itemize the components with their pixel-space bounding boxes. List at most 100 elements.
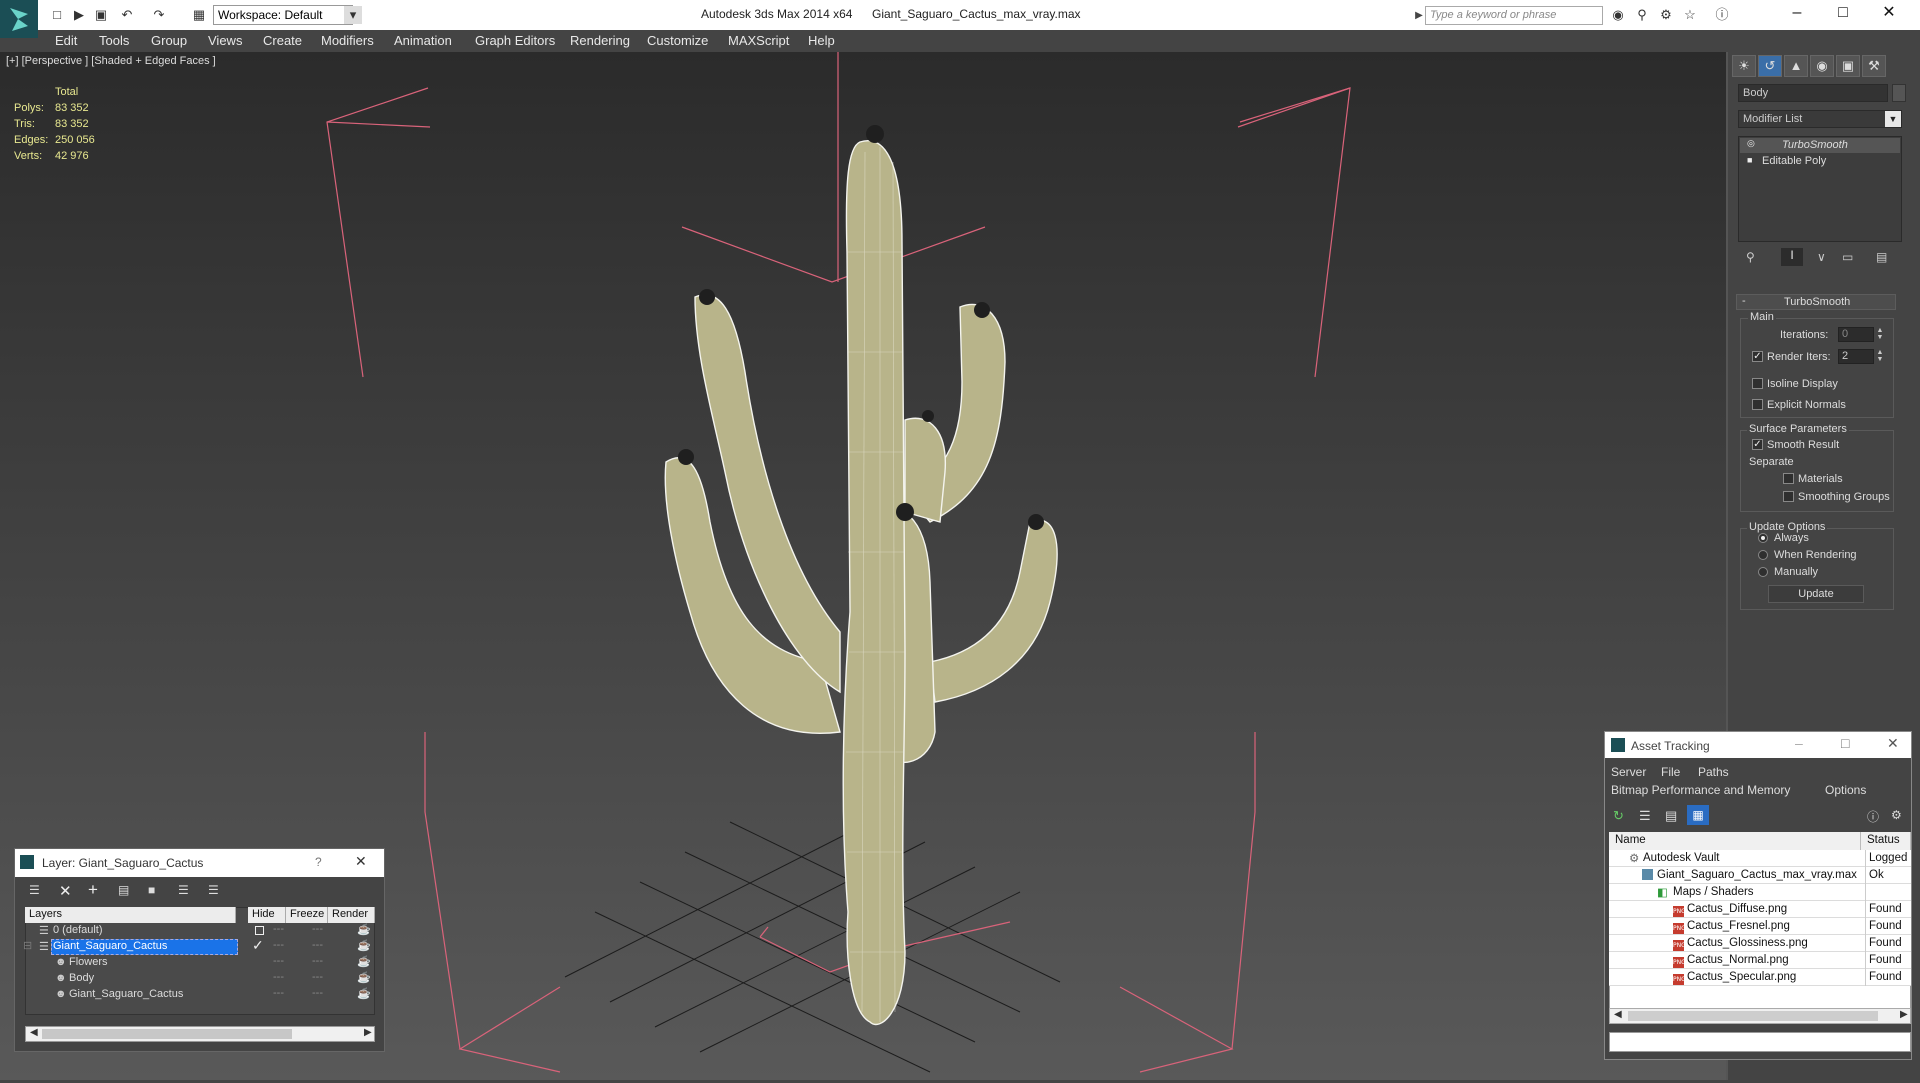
materials-checkbox[interactable] — [1783, 473, 1794, 484]
layers-column-header[interactable]: Layers — [25, 907, 236, 923]
status-column-header[interactable]: Status — [1861, 832, 1911, 850]
stack-item-editable-poly-label[interactable]: Editable Poly — [1762, 155, 1826, 167]
scroll-right-icon[interactable]: ▶ — [1900, 1009, 1908, 1020]
close-window-button[interactable]: ✕ — [1866, 0, 1912, 28]
freeze-toggle-icon[interactable]: --- — [312, 939, 323, 951]
pin-stack-icon[interactable]: ⚲ — [1746, 250, 1755, 264]
layer-row[interactable]: ⊟ ☰ Giant_Saguaro_Cactus ✓ --- --- ☕ — [23, 937, 373, 955]
asset-row[interactable]: ◧ Maps / Shaders — [1609, 884, 1911, 901]
spinner-arrows-icon[interactable]: ▲ ▼ — [1876, 349, 1884, 364]
help-icon[interactable]: ⓘ — [1867, 808, 1879, 825]
render-teapot-icon[interactable]: ☕ — [357, 971, 371, 984]
menu-options[interactable]: Options — [1825, 783, 1866, 797]
layer-horizontal-scrollbar[interactable]: ◀ ▶ — [25, 1026, 375, 1042]
tree-view-icon[interactable]: ▤ — [1665, 808, 1677, 824]
select-in-layer-icon[interactable]: ▤ — [118, 883, 129, 897]
layer-object-row[interactable]: ☻ Giant_Saguaro_Cactus --- --- ☕ — [25, 987, 373, 1003]
when-rendering-radio[interactable] — [1758, 550, 1768, 560]
menu-group[interactable]: Group — [151, 33, 187, 48]
help-icon[interactable]: ⓘ — [1713, 6, 1731, 24]
expand-icon[interactable]: ■ — [1747, 155, 1752, 165]
display-tab-icon[interactable]: ▣ — [1836, 55, 1860, 77]
redo-icon[interactable]: ↷ — [150, 6, 168, 24]
render-iters-checkbox[interactable]: ✓ — [1752, 351, 1763, 362]
layer-close-icon[interactable]: ✕ — [355, 853, 367, 870]
freeze-toggle-icon[interactable]: --- — [312, 955, 323, 967]
hide-toggle-icon[interactable]: --- — [273, 987, 284, 999]
workspace-dropdown[interactable]: Workspace: Default — [213, 5, 353, 25]
hide-toggle-icon[interactable]: --- — [273, 971, 284, 983]
workspace-dropdown-arrow-icon[interactable]: ▾ — [344, 6, 362, 24]
open-file-icon[interactable]: ▶ — [70, 6, 88, 24]
menu-bitmap-performance[interactable]: Bitmap Performance and Memory — [1611, 783, 1790, 797]
asset-close-icon[interactable]: ✕ — [1887, 735, 1899, 752]
show-end-result-icon[interactable]: I — [1781, 248, 1803, 266]
list-view-icon[interactable]: ☰ — [1639, 808, 1651, 824]
asset-maximize-icon[interactable]: □ — [1841, 735, 1849, 751]
modify-tab-icon[interactable]: ↺ — [1758, 55, 1782, 77]
search-binoculars-icon[interactable]: ◉ — [1609, 6, 1627, 24]
keyword-search-input[interactable]: Type a keyword or phrase — [1425, 6, 1603, 25]
smoothing-groups-checkbox[interactable] — [1783, 491, 1794, 502]
object-name-field[interactable]: Body — [1738, 84, 1888, 102]
iterations-spinner[interactable]: 0 — [1838, 327, 1874, 342]
render-teapot-icon[interactable]: ☕ — [357, 987, 371, 1000]
render-column-header[interactable]: Render — [328, 907, 375, 923]
add-to-layer-icon[interactable]: + — [88, 880, 98, 900]
highlight-layer-icon[interactable]: ■ — [148, 883, 155, 897]
asset-row[interactable]: Giant_Saguaro_Cactus_max_vray.max Ok — [1609, 867, 1911, 884]
hide-all-layers-icon[interactable]: ☰ — [178, 883, 189, 897]
menu-customize[interactable]: Customize — [647, 33, 708, 48]
render-teapot-icon[interactable]: ☕ — [357, 955, 371, 968]
freeze-column-header[interactable]: Freeze — [286, 907, 328, 923]
project-folder-icon[interactable]: ▦ — [190, 6, 208, 24]
asset-row[interactable]: ⚙ Autodesk Vault Logged — [1609, 850, 1911, 867]
freeze-toggle-icon[interactable]: --- — [312, 923, 323, 935]
favorites-star-icon[interactable]: ☆ — [1681, 6, 1699, 24]
asset-row[interactable]: PNGCactus_Glossiness.png Found — [1609, 935, 1911, 952]
asset-window-titlebar[interactable]: Asset Tracking – □ ✕ — [1605, 732, 1911, 758]
asset-row[interactable]: PNGCactus_Fresnel.png Found — [1609, 918, 1911, 935]
explicit-normals-checkbox[interactable] — [1752, 399, 1763, 410]
scrollbar-thumb[interactable] — [42, 1029, 292, 1039]
new-file-icon[interactable]: □ — [48, 6, 66, 24]
configure-sets-icon[interactable]: ▤ — [1876, 250, 1887, 264]
asset-minimize-icon[interactable]: – — [1795, 735, 1803, 751]
context-help-icon[interactable]: ⚙ — [1891, 808, 1902, 822]
menu-maxscript[interactable]: MAXScript — [728, 33, 789, 48]
rollout-collapse-icon[interactable]: - — [1742, 295, 1746, 307]
communication-center-icon[interactable]: ⚙ — [1657, 6, 1675, 24]
maximize-button[interactable]: □ — [1820, 0, 1866, 28]
smooth-result-checkbox[interactable]: ✓ — [1752, 439, 1763, 450]
layer-object-row[interactable]: ☻ Flowers --- --- ☕ — [25, 955, 373, 971]
asset-path-field[interactable] — [1609, 1032, 1911, 1052]
hide-toggle-icon[interactable]: --- — [273, 955, 284, 967]
create-tab-icon[interactable]: ☀ — [1732, 55, 1756, 77]
menu-edit[interactable]: Edit — [55, 33, 77, 48]
layer-row[interactable]: ☰ 0 (default) --- --- ☕ — [25, 923, 373, 939]
menu-animation[interactable]: Animation — [394, 33, 452, 48]
name-column-header[interactable]: Name — [1609, 832, 1861, 850]
collapse-icon[interactable]: ⊟ — [23, 939, 32, 952]
always-radio[interactable] — [1758, 533, 1768, 543]
menu-create[interactable]: Create — [263, 33, 302, 48]
scroll-left-icon[interactable]: ◀ — [1614, 1009, 1622, 1020]
hide-toggle-icon[interactable]: --- — [273, 923, 284, 935]
lightbulb-icon[interactable]: ◎ — [1747, 138, 1755, 149]
spinner-arrows-icon[interactable]: ▲ ▼ — [1876, 327, 1884, 342]
scrollbar-thumb[interactable] — [1628, 1011, 1878, 1021]
asset-horizontal-scrollbar[interactable]: ◀ ▶ — [1609, 1008, 1911, 1024]
subscription-key-icon[interactable]: ⚲ — [1633, 6, 1651, 24]
current-layer-box-icon[interactable] — [255, 926, 264, 935]
asset-row[interactable]: PNGCactus_Specular.png Found — [1609, 969, 1911, 986]
modifier-list-dropdown[interactable]: Modifier List — [1738, 110, 1902, 128]
menu-rendering[interactable]: Rendering — [570, 33, 630, 48]
render-teapot-icon[interactable]: ☕ — [357, 939, 371, 952]
scroll-left-icon[interactable]: ◀ — [30, 1027, 38, 1038]
render-iters-spinner[interactable]: 2 — [1838, 349, 1874, 364]
delete-layer-icon[interactable]: ✕ — [59, 882, 72, 900]
update-button[interactable]: Update — [1768, 585, 1864, 603]
menu-modifiers[interactable]: Modifiers — [321, 33, 374, 48]
layer-object-row[interactable]: ☻ Body --- --- ☕ — [25, 971, 373, 987]
remove-modifier-icon[interactable]: ▭ — [1842, 250, 1853, 264]
